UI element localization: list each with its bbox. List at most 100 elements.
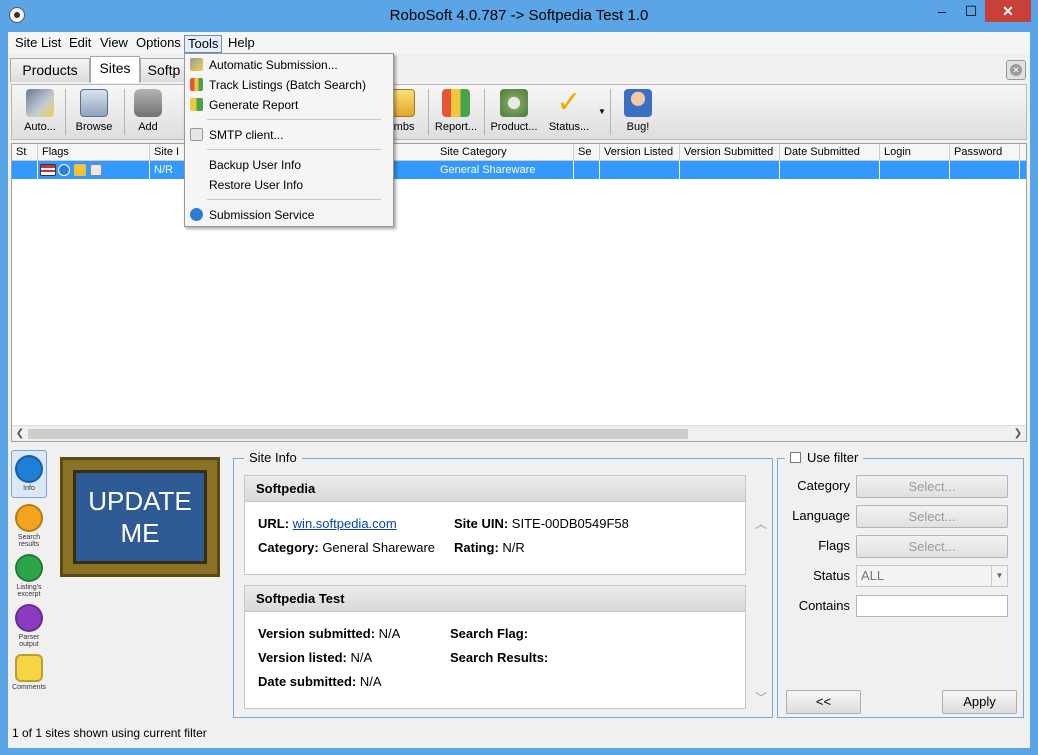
menu-item-submission-service[interactable]: Submission Service <box>185 205 393 225</box>
menu-help[interactable]: Help <box>225 35 258 53</box>
add-button[interactable]: Add <box>128 87 168 137</box>
toolbar: Auto... Browse Add umbs Report... Produc… <box>11 84 1027 140</box>
version-submitted-label: Version submitted: <box>258 626 376 641</box>
site-url-link[interactable]: win.softpedia.com <box>293 516 397 531</box>
menu-item-track-listings[interactable]: Track Listings (Batch Search) <box>185 75 393 95</box>
contains-input[interactable] <box>856 595 1008 617</box>
bug-button[interactable]: Bug! <box>618 87 658 137</box>
menu-site-list[interactable]: Site List <box>12 35 64 53</box>
date-submitted-label: Date submitted: <box>258 674 357 689</box>
tab-softpedia[interactable]: Softp <box>140 58 188 82</box>
product-card-title: Softpedia Test <box>245 586 745 612</box>
menu-view[interactable]: View <box>97 35 131 53</box>
menu-options[interactable]: Options <box>133 35 184 53</box>
scrollbar-thumb[interactable] <box>28 429 688 439</box>
flags-select-button[interactable]: Select... <box>856 535 1008 558</box>
use-filter-toggle[interactable]: Use filter <box>785 450 864 465</box>
menu-item-restore-user-info[interactable]: Restore User Info <box>185 175 393 195</box>
version-listed-label: Version listed: <box>258 650 347 665</box>
update-me-banner[interactable]: UPDATE ME <box>60 457 220 577</box>
hand-flag-icon <box>74 164 86 176</box>
back-button[interactable]: << <box>786 690 861 714</box>
checkmark-icon: ✓ <box>556 86 582 119</box>
filter-panel: Use filter Category Select... Language S… <box>777 450 1024 718</box>
browse-label: Browse <box>75 121 113 133</box>
product-card: Softpedia Test Version submitted: N/A Se… <box>244 585 746 709</box>
tab-sites[interactable]: Sites <box>90 56 140 83</box>
search-results-row: Search Results: <box>450 650 548 665</box>
scroll-up-icon[interactable]: ︿ <box>754 515 768 532</box>
update-me-text: UPDATE ME <box>73 470 207 564</box>
column-version-listed[interactable]: Version Listed <box>600 144 680 161</box>
magic-wand-icon <box>26 89 54 117</box>
column-st[interactable]: St <box>12 144 38 161</box>
scroll-left-icon[interactable]: ❮ <box>12 426 28 442</box>
version-submitted-row: Version submitted: N/A <box>258 626 400 641</box>
report-button[interactable]: Report... <box>432 87 480 137</box>
browse-button[interactable]: Browse <box>68 87 120 137</box>
close-tab-button[interactable]: ✕ <box>1006 60 1026 80</box>
column-site[interactable]: Site I <box>150 144 186 161</box>
column-password[interactable]: Password <box>950 144 1020 161</box>
menu-edit[interactable]: Edit <box>66 35 94 53</box>
toolbar-separator <box>428 89 429 135</box>
column-date-submitted[interactable]: Date Submitted <box>780 144 880 161</box>
sidebar-item-parser-output[interactable]: Parser output <box>11 600 47 648</box>
status-dropdown[interactable]: ALL ▼ <box>856 565 1008 587</box>
column-version-submitted[interactable]: Version Submitted <box>680 144 780 161</box>
magic-wand-icon <box>190 58 203 71</box>
column-site-category[interactable]: Site Category <box>436 144 574 161</box>
site-rating-value: N/R <box>502 540 525 555</box>
auto-label: Auto... <box>24 121 56 133</box>
tab-products[interactable]: Products <box>10 58 90 82</box>
info-icon <box>190 208 203 221</box>
category-label: Category: <box>258 540 319 555</box>
menu-item-generate-report[interactable]: Generate Report <box>185 95 393 115</box>
backup-user-info-label: Backup User Info <box>209 158 302 172</box>
smtp-client-label: SMTP client... <box>209 128 284 142</box>
filter-flags-label: Flags <box>818 538 850 553</box>
product-disc-icon <box>500 89 528 117</box>
toolbar-separator <box>124 89 125 135</box>
menu-item-backup-user-info[interactable]: Backup User Info <box>185 155 393 175</box>
menu-tools[interactable]: Tools <box>184 35 223 53</box>
cell-site: N/R <box>150 161 186 179</box>
title-bar[interactable]: RoboSoft 4.0.787 -> Softpedia Test 1.0 –… <box>0 0 1038 32</box>
apply-button[interactable]: Apply <box>942 690 1017 714</box>
sidebar-item-info[interactable]: Info <box>11 450 47 498</box>
scroll-down-icon[interactable]: ﹀ <box>754 689 768 706</box>
add-label: Add <box>138 121 158 133</box>
menu-item-smtp-client[interactable]: SMTP client... <box>185 125 393 145</box>
chevron-down-icon[interactable]: ▼ <box>991 566 1007 586</box>
column-flags[interactable]: Flags <box>38 144 150 161</box>
sites-grid[interactable]: St Flags Site I Site Category Se Version… <box>11 143 1027 442</box>
site-url-row: URL: win.softpedia.com <box>258 516 397 531</box>
report-icon <box>190 98 203 111</box>
product-button[interactable]: Product... <box>488 87 540 137</box>
menu-item-automatic-submission[interactable]: Automatic Submission... <box>185 55 393 75</box>
update-line-1: UPDATE <box>88 486 192 516</box>
status-dropdown-arrow[interactable]: ▼ <box>597 87 607 137</box>
sidebar-item-comments[interactable]: Comments <box>11 650 47 698</box>
column-login[interactable]: Login <box>880 144 950 161</box>
category-select-button[interactable]: Select... <box>856 475 1008 498</box>
app-window: RoboSoft 4.0.787 -> Softpedia Test 1.0 –… <box>0 0 1038 755</box>
minimize-button[interactable]: – <box>929 0 955 22</box>
sidebar-item-listing-excerpt[interactable]: Listing's excerpt <box>11 550 47 598</box>
table-row[interactable]: N/R General Shareware <box>12 161 1026 179</box>
generate-report-label: Generate Report <box>209 98 299 112</box>
auto-button[interactable]: Auto... <box>18 87 62 137</box>
status-button[interactable]: ✓ Status... <box>544 87 594 137</box>
add-database-icon <box>134 89 162 117</box>
update-line-2: ME <box>120 518 160 548</box>
use-filter-checkbox[interactable] <box>790 452 801 463</box>
status-label: Status... <box>548 121 590 133</box>
cell-date-submitted <box>780 161 880 179</box>
close-button[interactable]: ✕ <box>985 0 1031 22</box>
sidebar-item-search-results[interactable]: Search results <box>11 500 47 548</box>
column-se[interactable]: Se <box>574 144 600 161</box>
horizontal-scrollbar[interactable]: ❮ ❯ <box>12 425 1026 441</box>
language-select-button[interactable]: Select... <box>856 505 1008 528</box>
scroll-right-icon[interactable]: ❯ <box>1010 426 1026 442</box>
maximize-button[interactable]: ☐ <box>958 0 984 22</box>
